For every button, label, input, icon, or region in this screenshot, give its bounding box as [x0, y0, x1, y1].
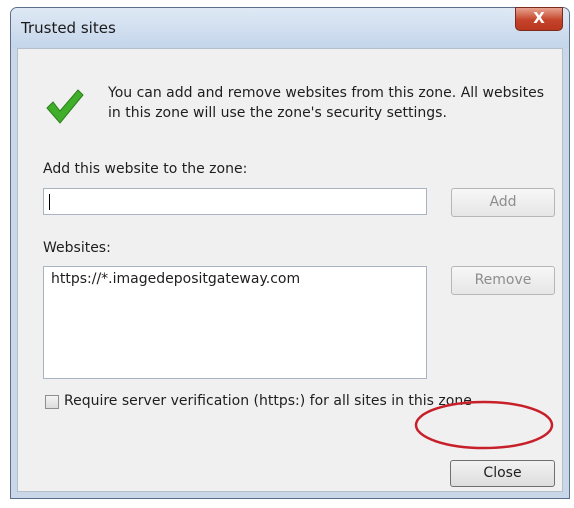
websites-list[interactable]: https://*.imagedepositgateway.com: [43, 266, 427, 379]
title-bar[interactable]: Trusted sites X: [11, 7, 569, 48]
add-button[interactable]: Add: [451, 188, 555, 217]
zone-info-text: You can add and remove websites from thi…: [108, 85, 545, 121]
require-https-label[interactable]: Require server verification (https:) for…: [64, 393, 472, 409]
close-button[interactable]: Close: [450, 460, 555, 487]
checkmark-icon: [46, 89, 84, 124]
website-url-input[interactable]: [43, 188, 427, 215]
text-caret: [49, 194, 50, 210]
remove-button[interactable]: Remove: [451, 266, 555, 295]
dialog-title: Trusted sites: [21, 19, 116, 37]
websites-label: Websites:: [43, 240, 111, 256]
require-https-checkbox[interactable]: [45, 395, 59, 409]
close-icon: X: [533, 9, 545, 27]
highlight-ellipse: [414, 400, 554, 450]
add-website-label: Add this website to the zone:: [43, 161, 248, 177]
close-window-button[interactable]: X: [515, 7, 563, 31]
list-item[interactable]: https://*.imagedepositgateway.com: [51, 271, 300, 287]
